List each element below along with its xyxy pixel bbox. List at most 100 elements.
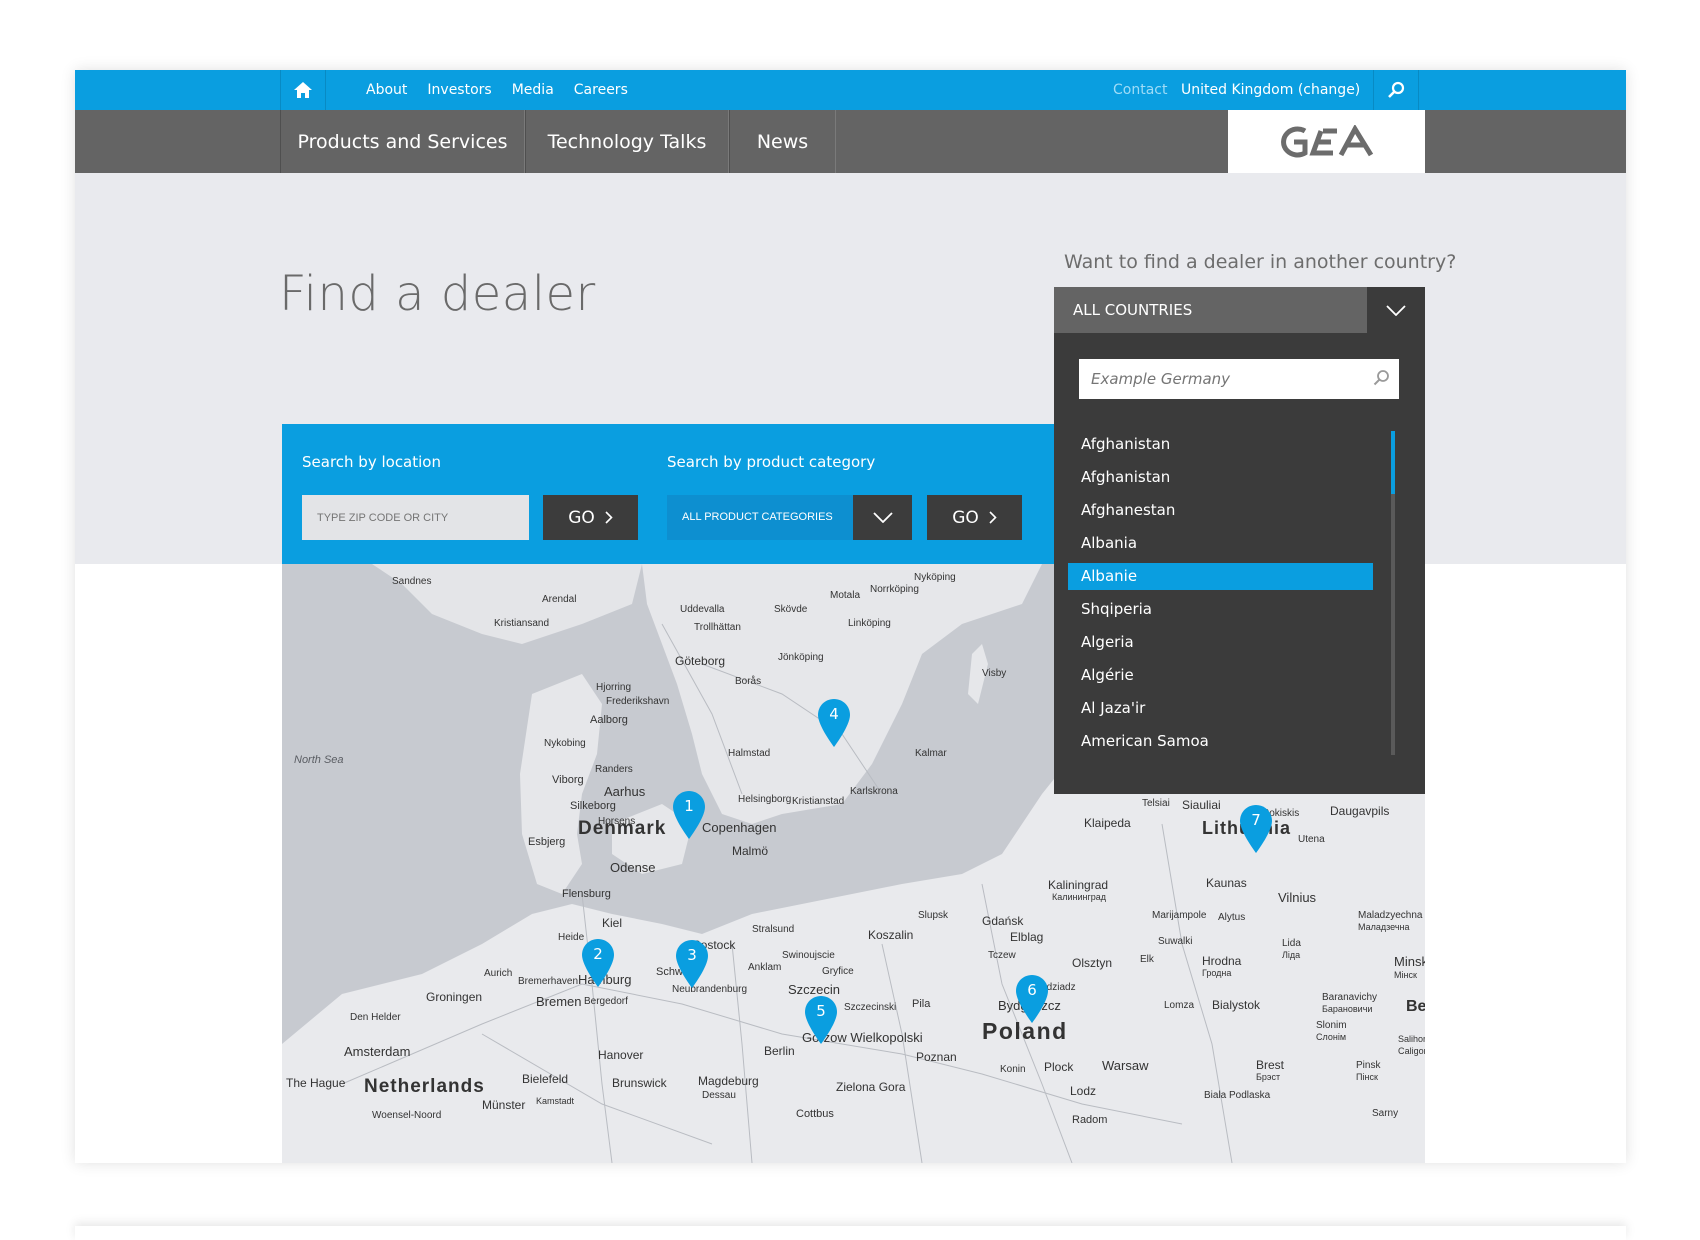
contact-link[interactable]: Contact xyxy=(1113,82,1167,98)
top-link-about[interactable]: About xyxy=(366,82,407,98)
map-city-label: Саligor xyxy=(1398,1046,1425,1056)
browser-frame: About Investors Media Careers Contact Un… xyxy=(75,70,1626,1163)
dealer-pin-5[interactable]: 5 xyxy=(805,996,837,1044)
map-city-label: Elk xyxy=(1140,954,1154,965)
dealer-pin-2[interactable]: 2 xyxy=(582,939,614,987)
map-city-label: Randers xyxy=(595,764,633,775)
dealer-pin-1[interactable]: 1 xyxy=(673,791,705,839)
country-option[interactable]: Al Jaza'ir xyxy=(1068,692,1373,725)
map-city-label: Konin xyxy=(1000,1064,1026,1075)
map-city-label: Kristianstad xyxy=(792,796,845,807)
country-select[interactable]: ALL COUNTRIES xyxy=(1054,287,1425,333)
nav-news[interactable]: News xyxy=(729,110,836,173)
nav-technology-talks[interactable]: Technology Talks xyxy=(525,110,729,173)
map-city-label: Karlskrona xyxy=(850,786,898,797)
country-option[interactable]: Afghanistan xyxy=(1068,461,1373,494)
other-country-question: Want to find a dealer in another country… xyxy=(1064,251,1457,273)
map-city-label: Swinoujscie xyxy=(782,950,835,961)
map-city-label: Kalmar xyxy=(915,748,947,759)
category-select-value: ALL PRODUCT CATEGORIES xyxy=(682,511,833,523)
map-city-label: Kaliningrad xyxy=(1048,878,1109,892)
map-city-label: Minsk xyxy=(1394,954,1425,969)
pin-number: 3 xyxy=(687,946,697,964)
map-city-label: Helsingborg xyxy=(738,794,792,805)
country-option[interactable]: Afghanistan xyxy=(1068,428,1373,461)
map-city-label: Hanover xyxy=(598,1048,644,1062)
map-city-label: Jönköping xyxy=(778,652,824,663)
country-option[interactable]: American Samoa xyxy=(1068,725,1373,758)
map-city-label: Kaunas xyxy=(1206,876,1247,890)
top-link-investors[interactable]: Investors xyxy=(427,82,491,98)
top-link-careers[interactable]: Careers xyxy=(574,82,628,98)
dealer-pin-4[interactable]: 4 xyxy=(818,699,850,747)
map-city-label: Lomza xyxy=(1164,1000,1195,1011)
map-city-label: Magdeburg xyxy=(698,1074,759,1088)
country-option[interactable]: Albania xyxy=(1068,527,1373,560)
search-icon xyxy=(1388,81,1405,98)
map-city-label: Gryfice xyxy=(822,966,854,977)
site-search-button[interactable] xyxy=(1373,70,1419,110)
map-city-label: Nyköping xyxy=(914,572,956,583)
map-city-label: Klaipeda xyxy=(1084,816,1131,830)
gea-logo[interactable] xyxy=(1228,110,1425,173)
top-utility-bar: About Investors Media Careers Contact Un… xyxy=(75,70,1626,110)
pin-number: 1 xyxy=(684,797,694,815)
product-category-select[interactable]: ALL PRODUCT CATEGORIES xyxy=(667,495,912,540)
zip-code-input[interactable] xyxy=(302,495,529,540)
map-city-label: Visby xyxy=(982,668,1007,679)
map-city-label: Halmstad xyxy=(728,748,771,759)
map-city-label: Groningen xyxy=(426,990,483,1004)
map-city-label: Siauliai xyxy=(1182,798,1221,812)
map-city-label: Pinsk xyxy=(1356,1060,1381,1071)
map-city-label: Copenhagen xyxy=(702,820,777,835)
map-city-label: Motala xyxy=(830,590,861,601)
home-button[interactable] xyxy=(280,70,326,110)
map-city-label: Hjorring xyxy=(596,682,632,693)
map-city-label: Telsiai xyxy=(1142,798,1170,809)
map-country-label: Denmark xyxy=(578,818,667,839)
map-city-label: Odense xyxy=(610,860,656,875)
dealer-pin-3[interactable]: 3 xyxy=(676,940,708,988)
country-option[interactable]: Algeria xyxy=(1068,626,1373,659)
country-dropdown: ALL COUNTRIES Afghanistan Afghanistan Af… xyxy=(1054,287,1425,794)
map-city-label: Maladzyechna xyxy=(1358,910,1423,921)
map-city-label: Poznan xyxy=(916,1050,957,1064)
top-link-media[interactable]: Media xyxy=(512,82,554,98)
country-option[interactable]: Afghanestan xyxy=(1068,494,1373,527)
map-city-label: Kristiansand xyxy=(494,618,550,629)
country-option-active[interactable]: Albanie xyxy=(1068,563,1373,590)
map-city-label: Калининград xyxy=(1052,892,1107,902)
nav-products-and-services[interactable]: Products and Services xyxy=(280,110,525,173)
country-search-input[interactable] xyxy=(1079,359,1399,399)
country-list-scroll-thumb[interactable] xyxy=(1391,431,1395,494)
search-category-label: Search by product category xyxy=(667,453,876,471)
map-city-label: Bergedorf xyxy=(584,996,628,1007)
location-go-button[interactable]: GO xyxy=(543,495,638,540)
map-city-label: Anklam xyxy=(748,962,782,973)
map-city-label: Viborg xyxy=(552,774,584,786)
category-dropdown-arrow[interactable] xyxy=(853,495,912,540)
category-go-button[interactable]: GO xyxy=(927,495,1022,540)
country-dropdown-arrow[interactable] xyxy=(1367,287,1425,333)
country-option[interactable]: Shqiperia xyxy=(1068,593,1373,626)
map-country-label: Netherlands xyxy=(364,1076,485,1097)
map-city-label: Baranavichy xyxy=(1322,992,1378,1003)
map-city-label: Brest xyxy=(1256,1058,1285,1072)
map-city-label: Elblag xyxy=(1010,930,1044,944)
country-change-link[interactable]: United Kingdom (change) xyxy=(1181,82,1360,98)
map-city-label: Bremen xyxy=(536,994,582,1009)
map-city-label: Hrodna xyxy=(1202,954,1242,968)
map-city-label: Borås xyxy=(735,676,762,687)
search-location-label: Search by location xyxy=(302,453,441,471)
dealer-pin-6[interactable]: 6 xyxy=(1016,975,1048,1023)
map-sea-label: North Sea xyxy=(294,754,344,766)
country-option[interactable]: Algérie xyxy=(1068,659,1373,692)
map-city-label: Szczecin xyxy=(788,982,841,997)
chevron-right-icon xyxy=(989,511,997,524)
map-city-label: Ліда xyxy=(1282,950,1301,960)
map-city-label: Heide xyxy=(558,932,585,943)
go-label: GO xyxy=(952,507,979,528)
map-city-label: Göteborg xyxy=(675,654,726,668)
dealer-pin-7[interactable]: 7 xyxy=(1240,805,1272,853)
map-city-label: Brunswick xyxy=(612,1076,667,1090)
